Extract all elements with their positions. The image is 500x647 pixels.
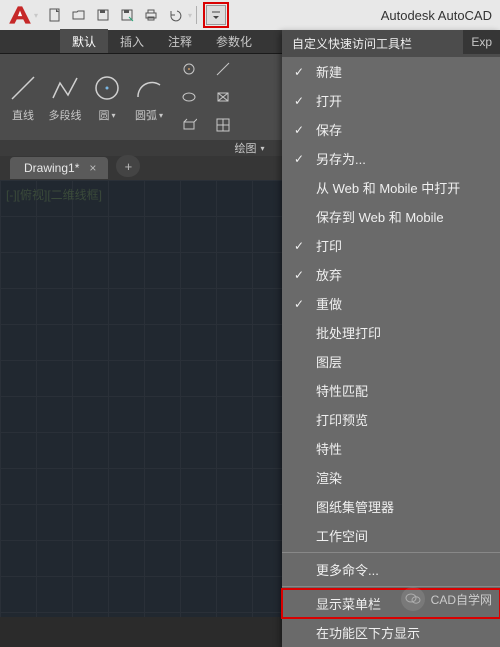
document-name: Drawing1*	[24, 161, 79, 175]
tab-default[interactable]: 默认	[60, 29, 108, 53]
menu-item[interactable]: ✓ 打开	[282, 86, 500, 115]
check-icon: ✓	[292, 94, 306, 108]
qat-print-button[interactable]	[140, 4, 162, 26]
close-icon[interactable]: ×	[89, 161, 96, 175]
menu-item-label: 特性匹配	[316, 381, 368, 400]
menu-item[interactable]: 保存到 Web 和 Mobile	[282, 202, 500, 231]
menu-item[interactable]: 批处理打印	[282, 318, 500, 347]
app-menu-arrow-icon[interactable]: ▾	[34, 11, 38, 20]
polyline-tool[interactable]: 多段线	[48, 71, 82, 123]
menu-item[interactable]: 图纸集管理器	[282, 492, 500, 521]
view-label[interactable]: [-][俯视][二维线框]	[6, 186, 102, 203]
document-tab[interactable]: Drawing1* ×	[10, 157, 108, 179]
check-icon: ✓	[292, 65, 306, 79]
chevron-down-icon: ▾	[260, 144, 264, 153]
menu-item[interactable]: 渲染	[282, 463, 500, 492]
menu-item-label: 显示菜单栏	[316, 594, 381, 613]
check-icon: ✓	[292, 268, 306, 282]
check-icon: ✓	[292, 123, 306, 137]
qat-new-button[interactable]	[44, 4, 66, 26]
qat-saveas-button[interactable]	[116, 4, 138, 26]
add-tab-button[interactable]: +	[116, 155, 140, 177]
menu-item[interactable]: ✓ 新建	[282, 57, 500, 86]
menu-item-label: 批处理打印	[316, 323, 381, 342]
menu-item-label: 另存为...	[316, 149, 366, 168]
qat-save-button[interactable]	[92, 4, 114, 26]
menu-item-label: 保存	[316, 120, 342, 139]
menu-item-label: 打印预览	[316, 410, 368, 429]
menu-item[interactable]: ✓ 放弃	[282, 260, 500, 289]
menu-item-label: 放弃	[316, 265, 342, 284]
qat-dropdown-highlight	[203, 2, 229, 28]
tab-annotate[interactable]: 注释	[156, 29, 204, 53]
arc-tool[interactable]: 圆弧▾	[132, 71, 166, 123]
wechat-icon	[401, 587, 425, 611]
menu-item-label: 特性	[316, 439, 342, 458]
menu-item[interactable]: 工作空间	[282, 521, 500, 550]
chevron-down-icon: ▾	[159, 111, 163, 120]
polyline-label: 多段线	[49, 107, 82, 123]
mini-tool-4[interactable]	[212, 58, 234, 80]
line-label: 直线	[12, 107, 34, 123]
menu-item[interactable]: 特性	[282, 434, 500, 463]
menu-item-label: 新建	[316, 62, 342, 81]
menu-more-commands[interactable]: 更多命令...	[282, 555, 500, 584]
app-logo[interactable]	[6, 4, 34, 26]
menu-item[interactable]: ✓ 保存	[282, 115, 500, 144]
qat-customize-menu: 自定义快速访问工具栏 ✓新建✓打开✓保存✓另存为...从 Web 和 Mobil…	[282, 30, 500, 647]
menu-item-label: 图层	[316, 352, 342, 371]
check-icon: ✓	[292, 239, 306, 253]
menu-item-label: 保存到 Web 和 Mobile	[316, 207, 444, 226]
mini-tool-3[interactable]	[178, 114, 200, 136]
check-icon: ✓	[292, 152, 306, 166]
menu-below-ribbon[interactable]: 在功能区下方显示	[282, 618, 500, 647]
watermark: CAD自学网	[401, 587, 492, 611]
tab-parametric[interactable]: 参数化	[204, 29, 264, 53]
qat-undo-button[interactable]	[164, 4, 186, 26]
menu-item[interactable]: ✓ 另存为...	[282, 144, 500, 173]
check-icon: ✓	[292, 297, 306, 311]
menu-item-label: 渲染	[316, 468, 342, 487]
menu-item-label: 更多命令...	[316, 560, 379, 579]
app-title: Autodesk AutoCAD	[381, 8, 500, 23]
panel-title-label: 绘图	[234, 140, 256, 156]
tab-overflow[interactable]: Exp	[463, 30, 500, 54]
chevron-down-icon: ▾	[111, 111, 115, 120]
circle-tool[interactable]: 圆▾	[90, 71, 124, 123]
menu-item[interactable]: 特性匹配	[282, 376, 500, 405]
arc-label: 圆弧	[135, 107, 157, 123]
menu-item[interactable]: 打印预览	[282, 405, 500, 434]
menu-item[interactable]: 从 Web 和 Mobile 中打开	[282, 173, 500, 202]
qat-customize-dropdown-button[interactable]	[206, 5, 226, 25]
circle-label: 圆	[98, 107, 109, 123]
tab-insert[interactable]: 插入	[108, 29, 156, 53]
menu-item-label: 打印	[316, 236, 342, 255]
mini-tool-6[interactable]	[212, 114, 234, 136]
mini-tool-5[interactable]	[212, 86, 234, 108]
menu-item-label: 重做	[316, 294, 342, 313]
menu-item[interactable]: 图层	[282, 347, 500, 376]
menu-item-label: 打开	[316, 91, 342, 110]
undo-dropdown-icon[interactable]: ▾	[188, 11, 192, 20]
menu-item-label: 在功能区下方显示	[316, 623, 420, 642]
line-tool[interactable]: 直线	[6, 71, 40, 123]
menu-item-label: 图纸集管理器	[316, 497, 394, 516]
title-bar: ▾ ▾ Autodesk AutoCAD	[0, 0, 500, 30]
menu-separator	[282, 552, 500, 553]
mini-tool-1[interactable]	[178, 58, 200, 80]
mini-tool-2[interactable]	[178, 86, 200, 108]
menu-item-label: 工作空间	[316, 526, 368, 545]
watermark-text: CAD自学网	[431, 591, 492, 608]
qat-separator	[196, 6, 197, 24]
qat-open-button[interactable]	[68, 4, 90, 26]
menu-item[interactable]: ✓ 重做	[282, 289, 500, 318]
menu-item[interactable]: ✓ 打印	[282, 231, 500, 260]
menu-item-label: 从 Web 和 Mobile 中打开	[316, 178, 460, 197]
quick-access-toolbar: ▾	[44, 2, 229, 28]
